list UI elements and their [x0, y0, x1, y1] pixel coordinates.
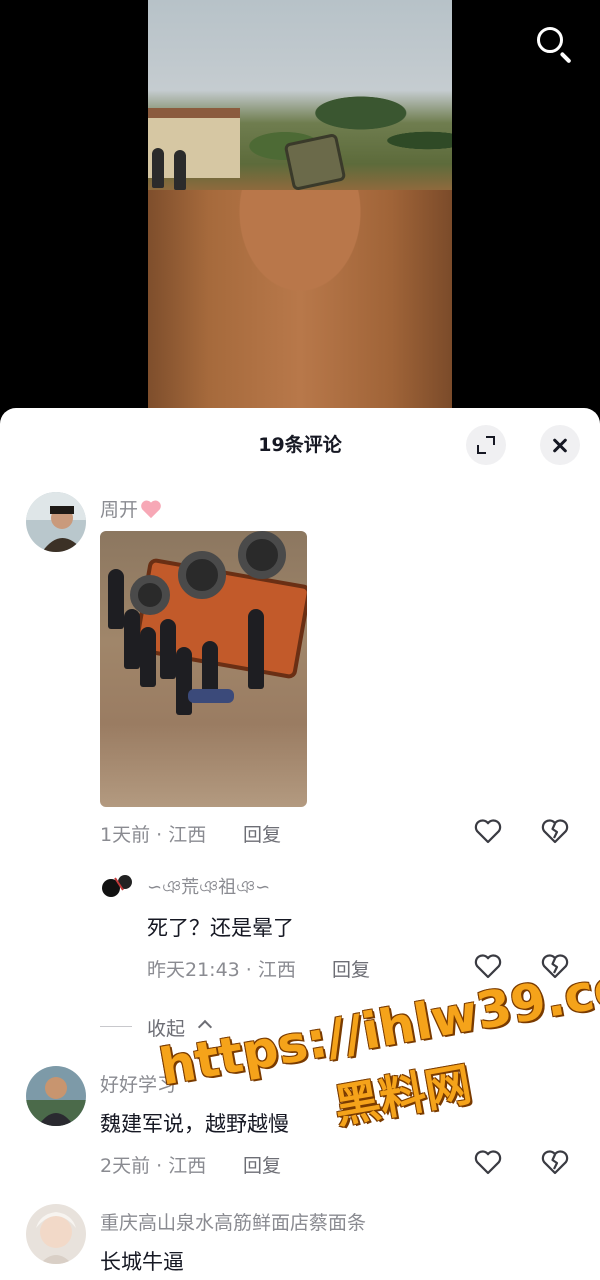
- comment-text: 魏建军说，越野越慢: [100, 1112, 289, 1136]
- video-dirt-pit: [148, 190, 452, 410]
- like-heart-icon[interactable]: [473, 1147, 503, 1177]
- comment-text: 长城牛逼: [100, 1250, 184, 1274]
- dislike-broken-heart-icon[interactable]: [540, 816, 570, 846]
- expand-button[interactable]: [466, 425, 506, 465]
- comment-time-location: 2天前 · 江西: [100, 1155, 207, 1177]
- search-button[interactable]: [532, 24, 576, 68]
- comment-image[interactable]: [100, 531, 307, 807]
- reply-text: 死了？还是晕了: [147, 916, 294, 940]
- like-heart-icon[interactable]: [473, 816, 503, 846]
- reply-button[interactable]: 回复: [332, 955, 370, 982]
- heart-emoji-icon: [141, 500, 161, 519]
- avatar[interactable]: [26, 492, 86, 552]
- comment-sheet-header: 19条评论: [0, 408, 600, 476]
- dislike-broken-heart-icon[interactable]: [540, 951, 570, 981]
- video-frame[interactable]: [148, 0, 452, 410]
- reply-username[interactable]: ∽ঞ荒ঞ祖ঞ∽: [147, 873, 270, 904]
- reply-button[interactable]: 回复: [243, 1151, 281, 1178]
- dislike-broken-heart-icon[interactable]: [540, 1147, 570, 1177]
- video-player[interactable]: [0, 0, 600, 420]
- like-heart-icon[interactable]: [473, 951, 503, 981]
- comment-username[interactable]: 好好学习: [100, 1070, 176, 1097]
- avatar[interactable]: [26, 1066, 86, 1126]
- reply-avatar[interactable]: [101, 870, 133, 902]
- reply-button[interactable]: 回复: [243, 820, 281, 847]
- avatar[interactable]: [26, 1204, 86, 1264]
- video-person: [152, 148, 164, 188]
- close-button[interactable]: [540, 425, 580, 465]
- comment-count-title: 19条评论: [258, 434, 342, 456]
- collapse-replies-button[interactable]: 收起: [100, 1012, 220, 1042]
- comment-username[interactable]: 周开: [100, 495, 162, 522]
- search-icon: [537, 27, 563, 53]
- comment-username[interactable]: 重庆高山泉水高筋鲜面店蔡面条: [100, 1208, 366, 1235]
- expand-icon: [486, 436, 495, 445]
- comment-sheet: 19条评论 周开 1天前 · 江西 回复 ∽ঞ荒ঞ祖ঞ∽ 死了？还是晕了 昨天2…: [0, 408, 600, 1280]
- reply-time-location: 昨天21:43 · 江西: [147, 959, 296, 981]
- comment-time-location: 1天前 · 江西: [100, 824, 207, 846]
- chevron-up-icon: [197, 1019, 213, 1035]
- video-person: [174, 150, 186, 190]
